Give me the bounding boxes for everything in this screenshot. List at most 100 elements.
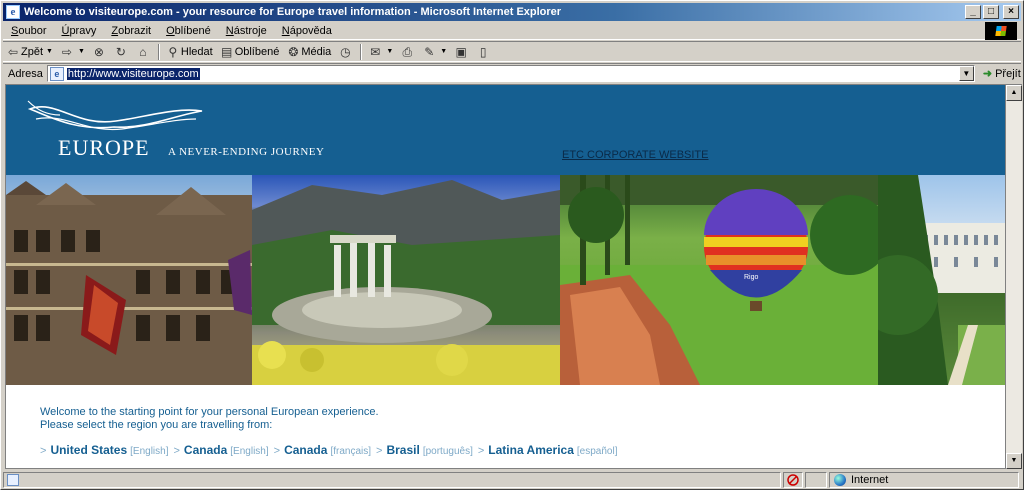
security-zone: Internet	[829, 472, 1019, 488]
forward-arrow-icon: ⇨	[61, 44, 72, 59]
region-lang-francais[interactable]: [français]	[330, 446, 371, 457]
region-link-latina-america[interactable]: Latina America	[488, 443, 574, 457]
edit-icon: ✎	[424, 44, 435, 59]
search-icon: ⚲	[168, 44, 178, 59]
media-button[interactable]: ❂ Média	[283, 42, 335, 61]
region-link-canada[interactable]: Canada	[184, 443, 227, 457]
back-button[interactable]: ⇦ Zpět ▼	[3, 42, 57, 61]
region-lang-portugues[interactable]: [português]	[423, 446, 473, 457]
page-done-icon	[7, 474, 19, 486]
etc-corporate-link[interactable]: ETC CORPORATE WEBSITE	[562, 149, 708, 161]
search-label: Hledat	[180, 45, 213, 58]
go-label: Přejít	[995, 67, 1021, 80]
browser-window: e Welcome to visiteurope.com - your reso…	[0, 0, 1024, 490]
photo-balloon: Rigo	[560, 175, 878, 385]
menu-napoveda[interactable]: Nápověda	[274, 25, 339, 37]
mail-dropdown-icon[interactable]: ▼	[386, 48, 393, 55]
address-url[interactable]: http://www.visiteurope.com	[66, 67, 200, 80]
forward-dropdown-icon[interactable]: ▼	[78, 48, 85, 55]
stop-icon: ⊗	[93, 44, 104, 59]
zone-label: Internet	[851, 474, 889, 486]
search-button[interactable]: ⚲ Hledat	[163, 42, 217, 61]
region-link-brasil[interactable]: Brasil	[386, 443, 419, 457]
address-dropdown-icon[interactable]: ▼	[958, 66, 974, 81]
home-button[interactable]: ⌂	[133, 42, 155, 61]
photo-strip: Rigo	[6, 175, 1005, 385]
intro-line-2: Please select the region you are travell…	[40, 419, 273, 431]
page-icon: e	[49, 66, 64, 81]
edit-dropdown-icon[interactable]: ▼	[440, 48, 447, 55]
region-link-united-states[interactable]: United States	[50, 443, 127, 457]
tholos-ruins-image	[252, 180, 560, 385]
edit-button[interactable]: ✎ ▼	[419, 42, 451, 61]
history-button[interactable]: ◷	[335, 42, 357, 61]
back-arrow-icon: ⇦	[7, 44, 19, 59]
hot-air-balloon-image: Rigo	[560, 175, 878, 385]
messenger-button[interactable]: ▯	[473, 42, 495, 61]
chevron-right-icon: >	[477, 445, 485, 457]
favorites-folder-icon: ▤	[221, 44, 233, 59]
region-link-canada-fr[interactable]: Canada	[284, 443, 327, 457]
menu-upravy[interactable]: Úpravy	[53, 25, 103, 37]
menu-soubor[interactable]: Soubor	[3, 25, 53, 37]
back-label: Zpět	[21, 45, 44, 58]
favorites-label: Oblíbené	[234, 45, 280, 58]
refresh-icon: ↻	[115, 44, 126, 59]
forward-button[interactable]: ⇨ ▼	[57, 42, 89, 61]
title-bar[interactable]: e Welcome to visiteurope.com - your reso…	[3, 3, 1021, 21]
address-label: Adresa	[8, 67, 43, 80]
privacy-status[interactable]	[783, 472, 803, 488]
region-lang-english[interactable]: [English]	[130, 446, 168, 457]
status-bar: Internet	[3, 471, 1021, 489]
balloon-label: Rigo	[744, 274, 759, 281]
history-icon: ◷	[340, 44, 351, 59]
discuss-icon: ▣	[455, 44, 467, 59]
photo-guildhalls	[6, 175, 252, 385]
media-icon: ❂	[288, 44, 299, 59]
intro-line-1: Welcome to the starting point for your p…	[40, 406, 379, 418]
favorites-button[interactable]: ▤ Oblíbené	[217, 42, 284, 61]
standard-toolbar: ⇦ Zpět ▼ ⇨ ▼ ⊗ ↻ ⌂ ⚲ Hledat ▤ Oblíbené ❂…	[3, 41, 1021, 62]
minimize-button[interactable]: _	[965, 5, 981, 19]
address-input[interactable]: e http://www.visiteurope.com ▼	[46, 65, 975, 82]
region-lang-espanol[interactable]: [español]	[577, 446, 618, 457]
wings-logo-icon	[27, 100, 203, 131]
chevron-right-icon: >	[173, 445, 180, 457]
menu-nastroje[interactable]: Nástroje	[218, 25, 274, 37]
status-message	[3, 472, 781, 488]
menu-oblibene[interactable]: Oblíbené	[158, 25, 218, 37]
toolbar-separator	[157, 43, 160, 60]
go-arrow-icon: ➜	[982, 68, 993, 80]
scroll-up-icon[interactable]: ▲	[1006, 85, 1022, 101]
vertical-scrollbar[interactable]: ▲ ▼	[1006, 84, 1022, 469]
go-button[interactable]: ➜ Přejít	[982, 67, 1021, 81]
logo-tagline: A NEVER-ENDING JOURNEY	[168, 146, 325, 158]
stop-button[interactable]: ⊗	[89, 42, 111, 61]
discuss-button[interactable]: ▣	[451, 42, 473, 61]
logo-wordmark: EUROPE	[58, 135, 150, 160]
globe-icon	[834, 474, 846, 486]
site-header: EUROPE A NEVER-ENDING JOURNEY ETC CORPOR…	[6, 85, 1005, 175]
back-dropdown-icon[interactable]: ▼	[46, 48, 53, 55]
messenger-icon: ▯	[479, 44, 487, 59]
ie-icon: e	[6, 5, 20, 19]
home-icon: ⌂	[139, 44, 147, 59]
privacy-blocked-icon	[787, 474, 799, 486]
region-lang-english[interactable]: [English]	[230, 446, 268, 457]
windows-logo-icon	[985, 22, 1017, 40]
chevron-right-icon: >	[40, 445, 47, 457]
refresh-button[interactable]: ↻	[111, 42, 133, 61]
scroll-down-icon[interactable]: ▼	[1006, 453, 1022, 469]
guildhall-facade-image	[6, 181, 252, 385]
page-content: EUROPE A NEVER-ENDING JOURNEY ETC CORPOR…	[5, 84, 1006, 469]
mail-button[interactable]: ✉ ▼	[365, 42, 397, 61]
region-selector: > United States [English] > Canada [English] >…	[40, 443, 622, 457]
photo-palace	[878, 175, 1005, 385]
chevron-right-icon: >	[376, 445, 383, 457]
close-button[interactable]: ×	[1003, 5, 1019, 19]
menu-zobrazit[interactable]: Zobrazit	[103, 25, 158, 37]
royal-palace-image	[878, 175, 1005, 385]
status-empty-pane	[805, 472, 827, 488]
print-button[interactable]: ⎙	[397, 42, 419, 61]
maximize-button[interactable]: □	[983, 5, 999, 19]
